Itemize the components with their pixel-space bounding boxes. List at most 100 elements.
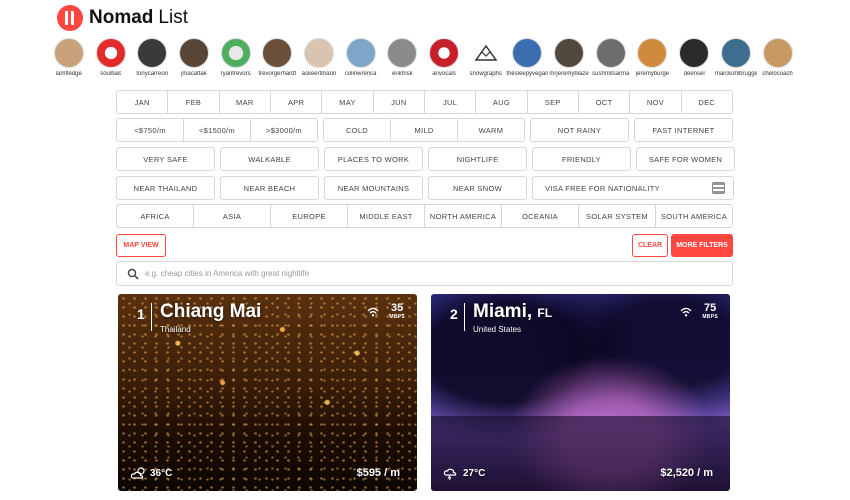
- user-name: thesleepyvegan: [506, 71, 549, 77]
- more-filters-button[interactable]: MORE FILTERS: [671, 234, 733, 257]
- filter-region[interactable]: SOLAR SYSTEM: [579, 205, 656, 227]
- city-name: Chiang Mai: [160, 301, 261, 323]
- filter-budget[interactable]: >$3000/m: [251, 119, 317, 141]
- user-avatar[interactable]: arivocals: [423, 38, 465, 77]
- avatar: [762, 38, 793, 68]
- user-avatar[interactable]: jmacattak: [173, 38, 215, 77]
- user-avatar[interactable]: tonycarreon: [131, 38, 173, 77]
- city-rank: 1: [137, 306, 145, 322]
- user-name: chelocoach: [762, 71, 793, 77]
- filter-fast-internet[interactable]: FAST INTERNET: [634, 118, 733, 142]
- avatar: [53, 38, 84, 68]
- avatar: [95, 38, 126, 68]
- filter-month[interactable]: NOV: [630, 91, 682, 113]
- city-country: Thailand: [160, 325, 191, 334]
- filter-region[interactable]: ASIA: [194, 205, 271, 227]
- user-name: deensel: [683, 71, 705, 77]
- internet-speed: 75 MBPS: [702, 303, 718, 321]
- user-name: askeertmann: [301, 71, 337, 77]
- avatar: [595, 38, 626, 68]
- user-name: ryantrevors: [220, 71, 251, 77]
- filter-region[interactable]: EUROPE: [271, 205, 348, 227]
- filter-region[interactable]: OCEANIA: [502, 205, 579, 227]
- site-logo[interactable]: Nomad List: [57, 5, 188, 31]
- city-photo: [118, 294, 417, 491]
- filter-nightlife[interactable]: NIGHTLIFE: [428, 147, 527, 171]
- filter-month[interactable]: OCT: [578, 91, 631, 113]
- users-strip: lamfledge soulbait tonycarreon jmacattak…: [48, 38, 798, 77]
- filter-month[interactable]: JUL: [424, 91, 477, 113]
- thunderstorm-icon: [443, 468, 457, 480]
- filter-region[interactable]: SOUTH AMERICA: [656, 205, 732, 227]
- user-avatar[interactable]: colinwrenca: [340, 38, 382, 77]
- user-avatar[interactable]: mrjeremyblaze: [548, 38, 590, 77]
- search-input[interactable]: [145, 269, 705, 278]
- logo-text-bold: Nomad: [89, 7, 154, 28]
- user-avatar[interactable]: lamfledge: [48, 38, 90, 77]
- filter-month[interactable]: MAR: [219, 91, 271, 113]
- city-rank: 2: [450, 306, 458, 322]
- filter-climate[interactable]: COLD: [324, 119, 391, 141]
- city-card[interactable]: 2 Miami, FL United States 75 MBPS 27°C $…: [431, 294, 730, 491]
- filter-month[interactable]: MAY: [322, 91, 374, 113]
- filter-month[interactable]: APR: [270, 91, 323, 113]
- filter-month[interactable]: SEP: [527, 91, 579, 113]
- filter-region[interactable]: AFRICA: [117, 205, 194, 227]
- user-avatar[interactable]: sushmitsarma: [590, 38, 632, 77]
- filter-safe-for-women[interactable]: SAFE FOR WOMEN: [636, 147, 735, 171]
- filter-month[interactable]: JAN: [117, 91, 169, 113]
- avatar: [637, 38, 668, 68]
- city-name-text: Chiang Mai: [160, 301, 262, 322]
- user-avatar[interactable]: jeremyburge: [632, 38, 674, 77]
- user-name: erikfrisk: [392, 71, 413, 77]
- filter-walkable[interactable]: WALKABLE: [220, 147, 319, 171]
- flag-icon: [712, 182, 725, 194]
- avatar: [178, 38, 209, 68]
- filter-climate[interactable]: MILD: [391, 119, 458, 141]
- city-photo: [431, 294, 730, 491]
- user-avatar[interactable]: chelocoach: [757, 38, 799, 77]
- filter-near-mountains[interactable]: NEAR MOUNTAINS: [324, 176, 423, 200]
- filter-month[interactable]: JUN: [373, 91, 425, 113]
- user-avatar[interactable]: marckohlbrugge: [715, 38, 757, 77]
- user-name: snowgraphs: [469, 71, 502, 77]
- map-view-button[interactable]: MAP VIEW: [116, 234, 166, 257]
- logo-icon: [57, 5, 83, 31]
- filter-climate[interactable]: WARM: [458, 119, 524, 141]
- visa-free-select[interactable]: VISA FREE FOR NATIONALITY: [532, 176, 734, 200]
- user-avatar[interactable]: trevorgerhardt: [256, 38, 298, 77]
- clear-button[interactable]: CLEAR: [632, 234, 668, 257]
- filter-places-to-work[interactable]: PLACES TO WORK: [324, 147, 423, 171]
- user-name: arivocals: [432, 71, 456, 77]
- mountain-icon: [474, 44, 498, 61]
- user-avatar[interactable]: soulbait: [90, 38, 132, 77]
- avatar: [262, 38, 293, 68]
- filter-very-safe[interactable]: VERY SAFE: [116, 147, 215, 171]
- filter-budget[interactable]: <$750/m: [117, 119, 184, 141]
- city-card[interactable]: 1 Chiang Mai Thailand 35 MBPS 36°C $595 …: [118, 294, 417, 491]
- filter-near-snow[interactable]: NEAR SNOW: [428, 176, 527, 200]
- filter-month[interactable]: DEC: [681, 91, 732, 113]
- partly-cloudy-icon: [130, 467, 145, 479]
- filter-not-rainy[interactable]: NOT RAINY: [530, 118, 629, 142]
- user-name: soulbait: [100, 71, 121, 77]
- user-avatar[interactable]: deensel: [673, 38, 715, 77]
- filter-region[interactable]: NORTH AMERICA: [425, 205, 502, 227]
- user-avatar[interactable]: askeertmann: [298, 38, 340, 77]
- filter-month[interactable]: FEB: [168, 91, 220, 113]
- filter-near-thailand[interactable]: NEAR THAILAND: [116, 176, 215, 200]
- filter-region[interactable]: MIDDLE EAST: [348, 205, 425, 227]
- filter-budget[interactable]: <$1500/m: [184, 119, 251, 141]
- filter-month[interactable]: AUG: [476, 91, 528, 113]
- user-avatar[interactable]: thesleepyvegan: [506, 38, 549, 77]
- filter-near-beach[interactable]: NEAR BEACH: [220, 176, 319, 200]
- avatar: [554, 38, 585, 68]
- user-avatar[interactable]: ryantrevors: [215, 38, 257, 77]
- avatar: [137, 38, 168, 68]
- filter-friendly[interactable]: FRIENDLY: [532, 147, 631, 171]
- user-avatar[interactable]: snowgraphs: [465, 38, 507, 77]
- user-avatar[interactable]: erikfrisk: [382, 38, 424, 77]
- temperature: 27°C: [463, 467, 486, 479]
- user-name: mrjeremyblaze: [549, 71, 589, 77]
- search-bar: [116, 261, 733, 286]
